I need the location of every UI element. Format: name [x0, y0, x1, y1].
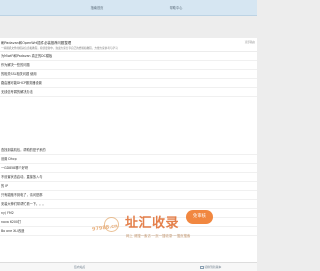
panel-header: 刷Padavan和OpenWrt插件必装推荐问题整理 一些刷机文件的相关信息和教… [0, 38, 257, 52]
list-item[interactable]: 路由器可能DHCP服务器设置 [0, 79, 257, 88]
switch-version-link[interactable]: 切换到新版本 [200, 264, 221, 271]
list-item[interactable]: ny) FM2 [0, 209, 257, 218]
list-item[interactable]: 设置 Dhcp [0, 155, 257, 164]
list-item[interactable]: Bo one XLi改造 [0, 227, 257, 236]
list-item[interactable]: 查找到装机包，帮助的是子系的 [0, 146, 257, 155]
footer-bar: 链内站点 切换到新版本 [0, 262, 257, 271]
panel-header-title[interactable]: 刷Padavan和OpenWrt插件必装推荐问题整理 [1, 40, 71, 45]
list-item[interactable]: 一GD858哪个好呀 [0, 164, 257, 173]
list-item[interactable]: 无线信号弱的解决办法 [0, 88, 257, 97]
list-item[interactable]: 不设置状态启动，直接放入与 [0, 173, 257, 182]
screen-icon [200, 265, 204, 269]
nav-help-link[interactable]: 帮助中心 [148, 3, 204, 13]
panel-header-tag: 顶部路由 [244, 41, 255, 44]
forum-list-panel: 刷Padavan和OpenWrt插件必装推荐问题整理 一些刷机文件的相关信息和教… [0, 38, 257, 167]
switch-version-label: 切换到新版本 [204, 265, 222, 269]
footer-left-link[interactable]: 链内站点 [74, 264, 85, 271]
thread-list-panel: 查找到装机包，帮助的是子系的 设置 Dhcp 一GD858哪个好呀 不设置状态启… [0, 146, 257, 262]
footer-left-label: 链内站点 [74, 265, 86, 269]
list-item[interactable]: 的相关SSL相关问题 使用 [0, 70, 257, 79]
top-bar: 指南首页 帮助中心 [0, 0, 257, 16]
list-item[interactable]: 的 IP [0, 182, 257, 191]
list-item[interactable]: 只有能跑不到电了，请问是那 [0, 191, 257, 200]
list-item[interactable]: nova 6200打 [0, 218, 257, 227]
panel-header-description: 一些刷机文件的相关信息和教程，持续更新中，欢迎大家分享自己的经验和教程，方便大家… [1, 47, 118, 50]
list-item[interactable]: 安装大神们帮帮忙看一下。。。 [0, 200, 257, 209]
list-item[interactable]: 为MiwiFi和Padavan 真正的DC模板 [0, 52, 257, 61]
list-item[interactable]: 作为解决一些的问题 [0, 61, 257, 70]
nav-home-link[interactable]: 指南首页 [52, 3, 142, 13]
